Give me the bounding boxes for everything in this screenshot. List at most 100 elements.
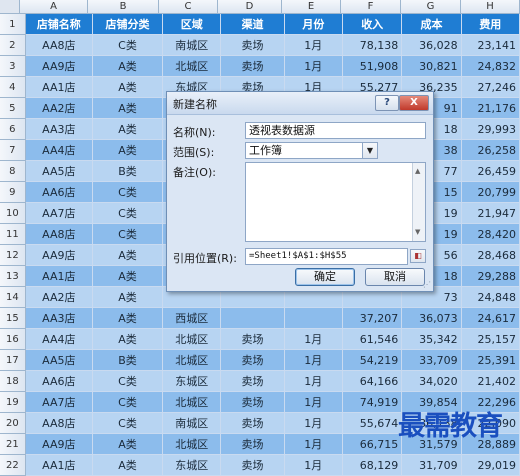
row-header[interactable]: 4 (0, 77, 26, 98)
cell[interactable]: 卖场 (221, 350, 285, 371)
cell[interactable]: 20,799 (461, 182, 520, 203)
cell[interactable]: 64,166 (342, 371, 403, 392)
cell[interactable]: 北城区 (163, 392, 222, 413)
row-header[interactable]: 11 (0, 224, 26, 245)
row-header[interactable]: 6 (0, 119, 26, 140)
cell[interactable]: 1月 (284, 350, 343, 371)
row-header[interactable]: 10 (0, 203, 26, 224)
cell[interactable]: AA9店 (25, 245, 93, 266)
name-input[interactable]: 透视表数据源 (245, 122, 426, 139)
close-button[interactable]: X (399, 95, 429, 111)
cell[interactable]: AA4店 (25, 329, 93, 350)
cell[interactable]: C类 (92, 182, 164, 203)
row-header[interactable]: 17 (0, 350, 26, 371)
cell[interactable]: 21,402 (461, 371, 520, 392)
cell[interactable]: B类 (92, 350, 164, 371)
column-header-F[interactable]: F (341, 0, 401, 14)
row-header[interactable]: 22 (0, 455, 26, 476)
cell[interactable]: 北城区 (163, 350, 222, 371)
cell[interactable]: AA3店 (25, 308, 93, 329)
row-header[interactable]: 1 (0, 14, 26, 35)
cell[interactable]: A类 (92, 287, 164, 308)
cell[interactable]: 31,709 (402, 455, 462, 476)
cell[interactable]: 1月 (284, 329, 343, 350)
cell[interactable]: AA9店 (25, 434, 93, 455)
cell[interactable]: 21,947 (461, 203, 520, 224)
cell[interactable]: 1月 (284, 35, 343, 56)
cell[interactable]: A类 (92, 77, 164, 98)
cell[interactable]: A类 (92, 56, 164, 77)
row-header[interactable]: 9 (0, 182, 26, 203)
cell[interactable]: A类 (92, 119, 164, 140)
row-header[interactable]: 8 (0, 161, 26, 182)
cell[interactable]: AA4店 (25, 140, 93, 161)
cell[interactable]: C类 (92, 203, 164, 224)
cell[interactable]: 北城区 (163, 56, 222, 77)
cell[interactable]: 74,919 (342, 392, 403, 413)
cell[interactable]: A类 (92, 266, 164, 287)
cell[interactable]: 成本 (402, 14, 462, 35)
cell[interactable]: 卖场 (221, 35, 285, 56)
cell[interactable]: 23,141 (461, 35, 520, 56)
cell[interactable]: 61,546 (342, 329, 403, 350)
cell[interactable]: C类 (92, 224, 164, 245)
cell[interactable]: AA8店 (25, 35, 93, 56)
cell[interactable]: 27,246 (461, 77, 520, 98)
cell[interactable]: AA7店 (25, 392, 93, 413)
row-header[interactable]: 13 (0, 266, 26, 287)
scope-select[interactable]: 工作簿 ▼ (245, 142, 378, 159)
cell[interactable]: 费用 (461, 14, 520, 35)
cell[interactable]: 店铺分类 (92, 14, 164, 35)
cell[interactable]: 26,459 (461, 161, 520, 182)
cell[interactable]: AA9店 (25, 56, 93, 77)
column-header-E[interactable]: E (282, 0, 341, 14)
cell[interactable]: 卖场 (221, 56, 285, 77)
cell[interactable]: C类 (92, 371, 164, 392)
cell[interactable]: A类 (92, 329, 164, 350)
cell[interactable]: A类 (92, 455, 164, 476)
cell[interactable]: 北城区 (163, 434, 222, 455)
ref-input[interactable]: =Sheet1!$A$1:$H$55 (245, 248, 408, 265)
chevron-down-icon[interactable]: ▼ (362, 143, 377, 158)
cell[interactable]: 西城区 (163, 308, 222, 329)
scroll-down-icon[interactable]: ▼ (415, 225, 420, 240)
row-header[interactable]: 19 (0, 392, 26, 413)
cell[interactable] (284, 308, 343, 329)
cell[interactable]: AA1店 (25, 266, 93, 287)
cell[interactable]: AA1店 (25, 455, 93, 476)
cell[interactable]: 35,342 (402, 329, 462, 350)
cell[interactable]: 29,288 (461, 266, 520, 287)
cell[interactable]: AA7店 (25, 203, 93, 224)
comment-textarea[interactable]: ▲ ▼ (245, 162, 426, 242)
cell[interactable]: 店铺名称 (25, 14, 93, 35)
cell[interactable]: C类 (92, 35, 164, 56)
cell[interactable]: 36,073 (402, 308, 462, 329)
cell[interactable]: 北城区 (163, 329, 222, 350)
cell[interactable]: 1月 (284, 455, 343, 476)
cell[interactable]: C类 (92, 392, 164, 413)
cell[interactable]: 1月 (284, 434, 343, 455)
cell[interactable]: AA6店 (25, 182, 93, 203)
column-header-B[interactable]: B (88, 0, 159, 14)
cell[interactable]: AA8店 (25, 413, 93, 434)
cell[interactable]: AA5店 (25, 161, 93, 182)
cancel-button[interactable]: 取消 (365, 268, 425, 286)
cell[interactable]: 54,219 (342, 350, 403, 371)
row-header[interactable]: 2 (0, 35, 26, 56)
cell[interactable] (221, 308, 285, 329)
cell[interactable]: 68,129 (342, 455, 403, 476)
cell[interactable]: A类 (92, 140, 164, 161)
column-header-H[interactable]: H (461, 0, 520, 14)
cell[interactable]: 30,821 (402, 56, 462, 77)
help-button[interactable]: ? (375, 95, 399, 111)
cell[interactable]: 34,020 (402, 371, 462, 392)
row-header[interactable]: 3 (0, 56, 26, 77)
cell[interactable]: A类 (92, 434, 164, 455)
row-header[interactable]: 5 (0, 98, 26, 119)
cell[interactable]: 卖场 (221, 392, 285, 413)
row-header[interactable]: 16 (0, 329, 26, 350)
cell[interactable]: AA2店 (25, 98, 93, 119)
cell[interactable]: 55,674 (342, 413, 403, 434)
cell[interactable]: 29,019 (461, 455, 520, 476)
cell[interactable]: 66,715 (342, 434, 403, 455)
